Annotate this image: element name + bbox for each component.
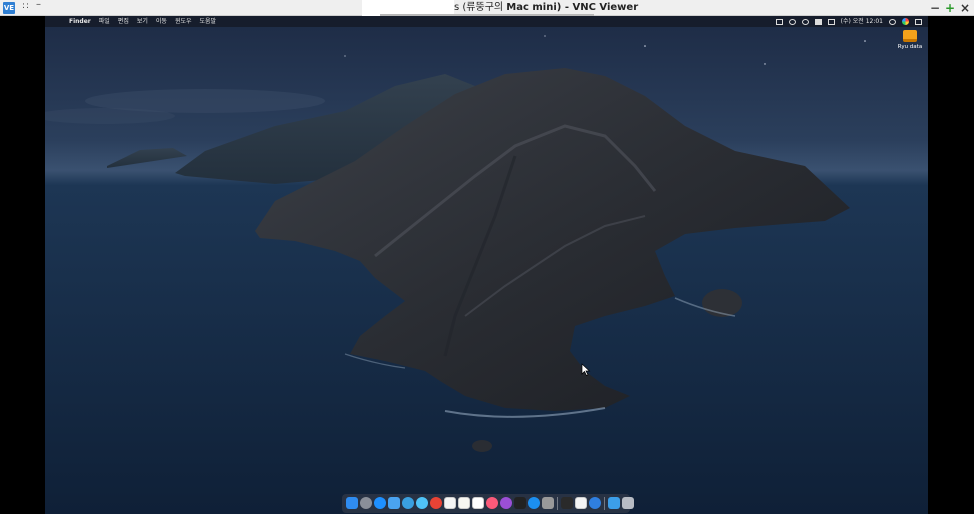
system-preferences-icon[interactable] [542, 497, 554, 509]
airplay-icon[interactable] [775, 18, 783, 25]
grip-icon[interactable]: :: [22, 1, 30, 11]
podcasts-icon[interactable] [500, 497, 512, 509]
control-list-icon[interactable] [915, 18, 922, 25]
facetime-icon[interactable] [402, 497, 414, 509]
desktop-item-label: Ryu data [897, 44, 923, 50]
menu-edit[interactable]: 편집 [118, 16, 129, 27]
browser-icon[interactable] [589, 497, 601, 509]
bluetooth-icon[interactable] [788, 18, 796, 25]
vnc-titlebar[interactable]: VE :: – s (류뚱구의 Mac mini) - VNC Viewer −… [0, 0, 974, 16]
minimize-button[interactable]: − [930, 0, 940, 16]
maximize-button[interactable]: + [945, 0, 955, 16]
window-menu-icon[interactable]: – [36, 0, 41, 10]
tv-icon[interactable] [514, 497, 526, 509]
downloads-folder-icon[interactable] [608, 497, 620, 509]
mail-icon[interactable] [388, 497, 400, 509]
messages-icon[interactable] [416, 497, 428, 509]
menu-file[interactable]: 파일 [99, 16, 110, 27]
dock-separator [604, 497, 605, 510]
close-button[interactable]: × [960, 0, 970, 16]
wifi-icon[interactable] [801, 18, 809, 25]
dock-separator [557, 497, 558, 510]
siri-icon[interactable] [902, 18, 909, 25]
launchpad-icon[interactable] [360, 497, 372, 509]
menu-finder[interactable]: Finder [69, 16, 91, 27]
finder-icon[interactable] [346, 497, 358, 509]
mouse-pointer-icon [581, 363, 591, 376]
terminal-icon[interactable] [561, 497, 573, 509]
app-store-icon[interactable] [528, 497, 540, 509]
dock [342, 494, 634, 513]
input-source-icon[interactable] [814, 18, 822, 25]
mac-menubar: Finder 파일 편집 보기 이동 윈도우 도움말 (수) 오전 12:01 [45, 16, 928, 27]
menubar-clock[interactable]: (수) 오전 12:01 [841, 16, 883, 27]
notes-icon[interactable] [458, 497, 470, 509]
safari-icon[interactable] [374, 497, 386, 509]
music-icon[interactable] [486, 497, 498, 509]
vnc-app-icon: VE [3, 2, 15, 14]
textedit-icon[interactable] [575, 497, 587, 509]
menu-view[interactable]: 보기 [137, 16, 148, 27]
menu-window[interactable]: 윈도우 [175, 16, 192, 27]
calendar-icon[interactable] [444, 497, 456, 509]
menu-go[interactable]: 이동 [156, 16, 167, 27]
trash-icon[interactable] [622, 497, 634, 509]
reminders-icon[interactable] [472, 497, 484, 509]
volume-icon[interactable] [827, 18, 835, 25]
spotlight-icon[interactable] [889, 18, 896, 25]
catalina-wallpaper [45, 16, 928, 514]
menu-items: Finder 파일 편집 보기 이동 윈도우 도움말 [69, 16, 216, 27]
status-area: (수) 오전 12:01 [775, 16, 922, 27]
desktop-item-ryu-data[interactable]: Ryu data [895, 30, 925, 50]
external-drive-icon [903, 30, 917, 42]
chrome-icon[interactable] [430, 497, 442, 509]
remote-desktop[interactable]: Finder 파일 편집 보기 이동 윈도우 도움말 (수) 오전 12:01 … [45, 16, 928, 514]
menu-help[interactable]: 도움말 [200, 16, 217, 27]
